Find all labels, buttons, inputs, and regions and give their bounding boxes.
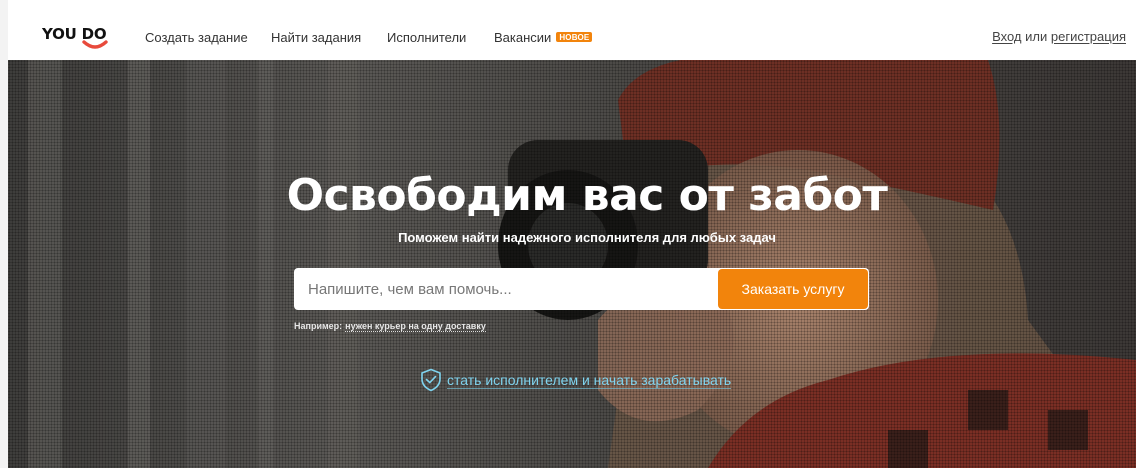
- register-link[interactable]: регистрация: [1051, 29, 1126, 44]
- become-performer-text: стать исполнителем и начать зарабатывать: [447, 372, 732, 389]
- nav-find-tasks[interactable]: Найти задания: [271, 30, 361, 45]
- auth-links: Вход или регистрация: [992, 29, 1126, 44]
- hero-dot-overlay: [8, 60, 1136, 468]
- hero-title: Освободим вас от забот: [286, 170, 888, 221]
- nav-performers[interactable]: Исполнители: [387, 30, 466, 45]
- header: YOU DO Создать задание Найти задания Исп…: [8, 0, 1136, 60]
- nav-vacancies-label: Вакансии: [494, 30, 552, 45]
- order-service-button[interactable]: Заказать услугу: [718, 269, 868, 309]
- auth-or-text: или: [1025, 29, 1048, 44]
- search-input[interactable]: [294, 268, 728, 310]
- page: YOU DO Создать задание Найти задания Исп…: [8, 0, 1136, 468]
- nav-create-task[interactable]: Создать задание: [145, 30, 248, 45]
- hero: Освободим вас от забот Поможем найти над…: [8, 60, 1136, 468]
- hero-subtitle: Поможем найти надежного исполнителя для …: [398, 230, 776, 245]
- search-bar: Заказать услугу: [294, 268, 869, 310]
- example-prefix: Например:: [294, 321, 343, 331]
- example-link[interactable]: нужен курьер на одну доставку: [345, 321, 486, 332]
- logo[interactable]: YOU DO: [42, 25, 108, 55]
- nav-vacancies[interactable]: Вакансии НОВОЕ: [494, 30, 593, 45]
- shield-check-icon: [421, 368, 441, 392]
- new-badge: НОВОЕ: [556, 32, 593, 42]
- smile-icon: [82, 40, 108, 49]
- search-example: Например: нужен курьер на одну доставку: [294, 321, 486, 332]
- login-link[interactable]: Вход: [992, 29, 1021, 44]
